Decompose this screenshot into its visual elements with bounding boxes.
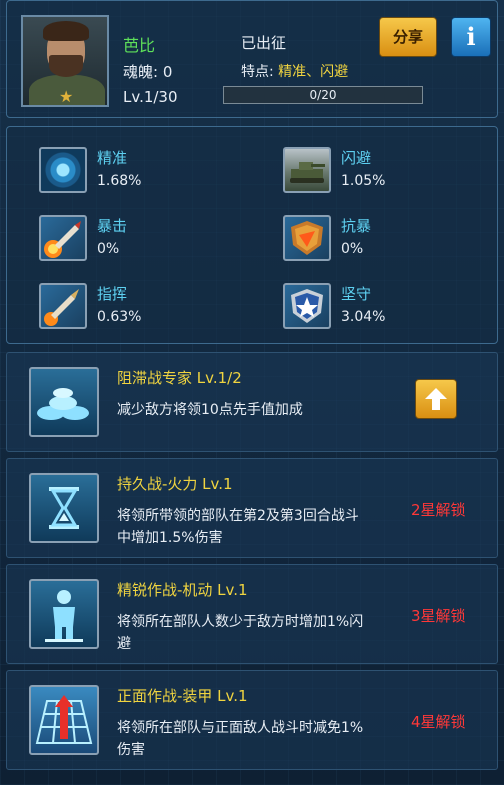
sandbag-barrier-icon xyxy=(29,367,99,437)
stat-value: 1.68% xyxy=(97,173,142,189)
trait-value: 精准、闪避 xyxy=(278,64,349,80)
defense-star-shield-icon xyxy=(283,283,331,329)
arrow-up-icon xyxy=(425,388,447,410)
skill-item[interactable]: 阻滞战专家 Lv.1/2 减少敌方将领10点先手值加成 xyxy=(6,352,498,452)
stat-name: 坚守 xyxy=(341,285,372,303)
hero-portrait[interactable]: ★ xyxy=(21,15,109,107)
hero-level: Lv.1/30 xyxy=(123,88,178,106)
skill-title: 持久战-火力 Lv.1 xyxy=(117,475,233,493)
stat-command: 指挥 0.63% xyxy=(39,283,239,333)
tank-dodge-icon xyxy=(283,147,331,193)
soul-progress-text: 0/20 xyxy=(309,88,337,102)
trait-label: 特点: xyxy=(241,64,279,80)
stat-name: 闪避 xyxy=(341,149,372,167)
skill-desc: 减少敌方将领10点先手值加成 xyxy=(117,402,303,418)
skill-title: 精锐作战-机动 Lv.1 xyxy=(117,581,248,599)
soldier-icon xyxy=(29,579,99,649)
stats-panel: 精准 1.68% 闪避 1.05% 暴击 0% 抗暴 0% 指挥 0.63% 坚… xyxy=(6,126,498,344)
hero-traits: 特点: 精准、闪避 xyxy=(241,61,348,81)
stat-crit: 暴击 0% xyxy=(39,215,239,265)
rank-star-icon: ★ xyxy=(59,87,74,106)
skill-item[interactable]: 持久战-火力 Lv.1 将领所带领的部队在第2及第3回合战斗中增加1.5%伤害 … xyxy=(6,458,498,558)
soul-progress-bar: 0/20 xyxy=(223,86,423,104)
deploy-status: 已出征 xyxy=(241,34,287,52)
upgrade-button[interactable] xyxy=(415,379,457,419)
crit-resist-shield-icon xyxy=(283,215,331,261)
skill-desc: 将领所在部队人数少于敌方时增加1%闪避 xyxy=(117,614,364,652)
stat-name: 精准 xyxy=(97,149,128,167)
stat-defense: 坚守 3.04% xyxy=(283,283,483,333)
crit-missile-icon xyxy=(39,215,87,261)
stat-value: 0.63% xyxy=(97,309,142,325)
skill-desc: 将领所在部队与正面敌人战斗时减免1%伤害 xyxy=(117,720,364,758)
stat-name: 暴击 xyxy=(97,217,128,235)
skill-item[interactable]: 精锐作战-机动 Lv.1 将领所在部队人数少于敌方时增加1%闪避 3星解锁 xyxy=(6,564,498,664)
skill-title: 阻滞战专家 Lv.1/2 xyxy=(117,369,242,387)
unlock-requirement: 4星解锁 xyxy=(411,713,466,731)
info-button[interactable]: i xyxy=(451,17,491,57)
stat-name: 指挥 xyxy=(97,285,128,303)
hero-soul: 魂魄: 0 xyxy=(123,63,173,81)
unlock-requirement: 3星解锁 xyxy=(411,607,466,625)
skill-desc: 将领所带领的部队在第2及第3回合战斗中增加1.5%伤害 xyxy=(117,508,359,546)
skill-title: 正面作战-装甲 Lv.1 xyxy=(117,687,248,705)
command-shell-icon xyxy=(39,283,87,329)
stat-value: 1.05% xyxy=(341,173,386,189)
stat-value: 3.04% xyxy=(341,309,386,325)
stat-crit-resist: 抗暴 0% xyxy=(283,215,483,265)
share-button[interactable]: 分享 xyxy=(379,17,437,57)
hero-header: ★ 芭比 魂魄: 0 Lv.1/30 已出征 特点: 精准、闪避 0/20 分享… xyxy=(6,0,498,118)
stat-value: 0% xyxy=(97,241,120,257)
hero-name: 芭比 xyxy=(123,36,156,55)
hourglass-icon xyxy=(29,473,99,543)
stat-dodge: 闪避 1.05% xyxy=(283,147,483,197)
unlock-requirement: 2星解锁 xyxy=(411,501,466,519)
skill-item[interactable]: 正面作战-装甲 Lv.1 将领所在部队与正面敌人战斗时减免1%伤害 4星解锁 xyxy=(6,670,498,770)
stat-accuracy: 精准 1.68% xyxy=(39,147,239,197)
grid-arrow-icon xyxy=(29,685,99,755)
accuracy-radar-icon xyxy=(39,147,87,193)
stat-name: 抗暴 xyxy=(341,217,372,235)
stat-value: 0% xyxy=(341,241,364,257)
